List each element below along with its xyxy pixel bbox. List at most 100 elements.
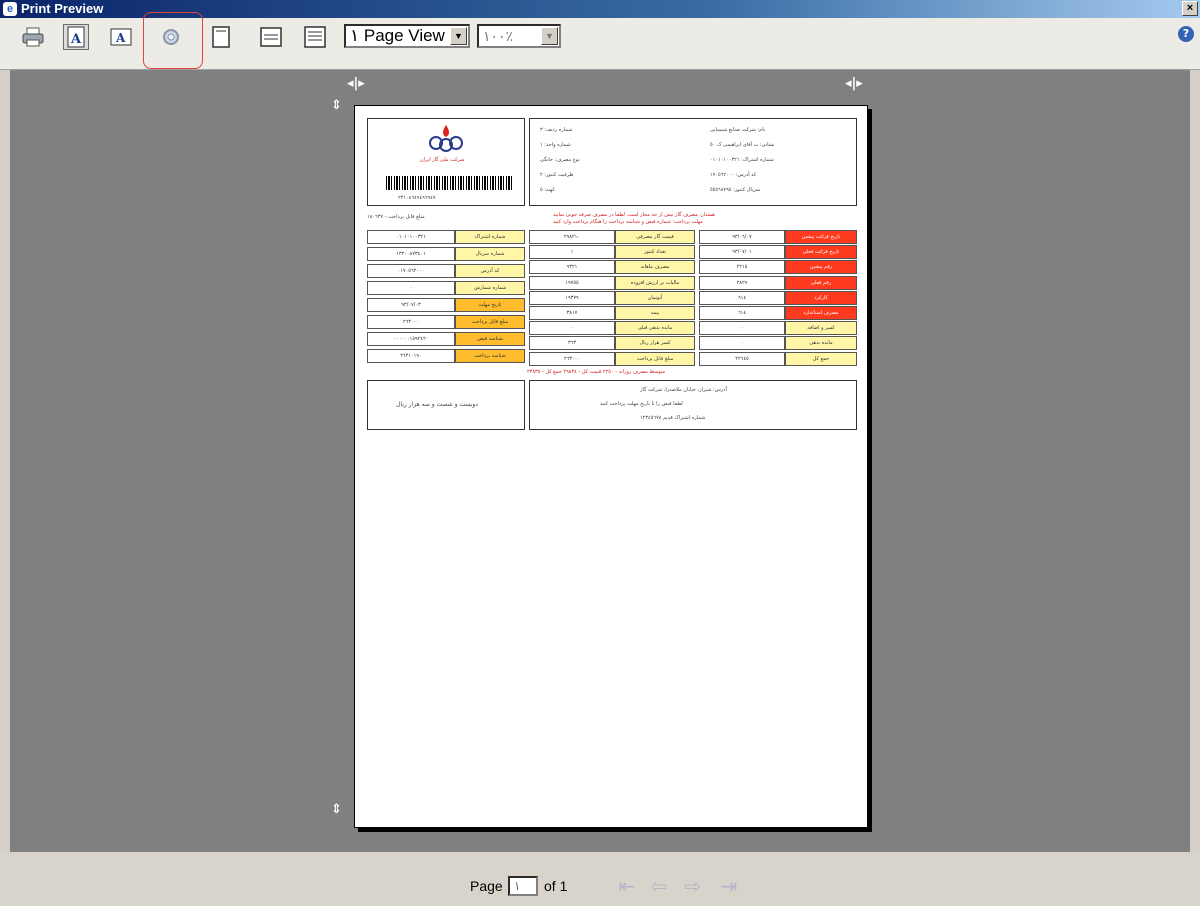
address-box: آدرس: شیراز، خیابان ملاصدرا، شرکت گاز لط… <box>529 380 857 430</box>
invoice-row-value: ٩٣٢١ <box>529 260 615 275</box>
address-line-1: آدرس: شیراز، خیابان ملاصدرا، شرکت گاز <box>640 387 727 393</box>
left-margin-handle[interactable]: ◂|▸ <box>347 76 365 91</box>
address-line-3: شماره اشتراک قدیم ١٢٣٤٥٦٧٨ <box>640 415 706 421</box>
one-page-button[interactable] <box>208 24 234 50</box>
amount-words-box: دویست و شصت و سه هزار ریال <box>367 380 525 430</box>
invoice-row-value: ٦١٤ <box>699 290 785 305</box>
prev-page-icon[interactable]: ⇦ <box>648 876 670 898</box>
invoice-row-label: شماره سریال <box>455 247 525 261</box>
help-icon[interactable]: ? <box>1178 26 1194 42</box>
invoice-row-value: ١ <box>529 245 615 260</box>
customer-info-field: شماره ردیف: ٣ <box>540 127 573 133</box>
invoice-row-label: شناسه قبض <box>455 332 525 346</box>
page-label: Page <box>470 878 503 894</box>
invoice-row-value: ٣٦٣ <box>529 336 615 351</box>
invoice-row-label: مانده بدهی <box>785 336 857 351</box>
warning-note-1: هشدار: مصرف گاز بیش از حد مجاز است. لطفا… <box>553 212 715 218</box>
invoice-row-label: آبونمان <box>615 290 695 305</box>
warning-note-2: مهلت پرداخت: شماره قبض و شناسه پرداخت را… <box>553 219 703 225</box>
customer-info-field: کهنه: ٥ <box>540 187 555 193</box>
invoice-row-value: ٣٨١٧ <box>529 306 615 320</box>
landscape-icon: A <box>110 28 132 46</box>
invoice-row-value: ٠٠٠٠٠٠١٥٩٢٤٢٠ <box>367 332 455 346</box>
chevron-down-icon[interactable]: ▼ <box>450 27 467 45</box>
invoice-row-value: ١٩٧٥٥ <box>529 275 615 290</box>
svg-text:A: A <box>115 31 126 45</box>
page-width-button[interactable] <box>258 24 284 50</box>
right-margin-handle[interactable]: ◂|▸ <box>845 76 863 91</box>
last-page-icon[interactable]: ⇥ <box>718 876 740 898</box>
logo-box: شرکت ملی گاز ایران ٢٣١٠٤٦٤٩٤٩٦٩٤٧ <box>367 118 525 206</box>
invoice-row-label: مانده بدهی قبلی <box>615 321 695 336</box>
invoice-row-value: ٠ <box>367 281 455 295</box>
page-count: of 1 <box>544 878 568 894</box>
multi-page-icon <box>304 26 326 48</box>
invoice-row-label: کسر و اضافه <box>785 321 857 336</box>
sub-note: مبلغ قابل پرداخت - ١٨٠٦٣٧ <box>367 214 425 220</box>
company-name: شرکت ملی گاز ایران <box>420 157 465 163</box>
invoice-row-value: ٢٦٣٠٠٠ <box>367 315 455 329</box>
invoice-row-value: ٦١٤ <box>699 306 785 320</box>
first-page-icon[interactable]: ⇤ <box>616 876 638 898</box>
invoice-row-label: شناسه پرداخت <box>455 349 525 363</box>
status-bar: Page ١ of 1 ⇤ ⇦ ⇨ ⇥ <box>0 852 1200 906</box>
amount-words: دویست و شصت و سه هزار ریال <box>396 401 478 408</box>
invoice-row-value: ٢٩٨٢١٠ <box>529 230 615 244</box>
invoice-row-value: ٢٢١٥ <box>699 260 785 275</box>
customer-info-field: نوع مصرف: خانگی <box>540 157 580 163</box>
barcode <box>386 176 514 190</box>
view-select[interactable]: ١ Page View ▼ <box>344 24 470 48</box>
page-number-input[interactable]: ١ <box>508 876 538 896</box>
invoice-row-label: مصرف استاندارد <box>785 306 857 320</box>
top-margin-handle[interactable]: ⇕ <box>331 98 342 113</box>
customer-info-field: ظرفیت کنتور: ٢ <box>540 172 574 178</box>
highlight-annotation <box>143 12 203 69</box>
preview-area: ◂|▸ ◂|▸ ⇕ ⇕ شرکت ملی گاز ایران ٢٣١٠٤٦٤٩٤… <box>10 70 1190 852</box>
multi-page-button[interactable] <box>302 24 328 50</box>
invoice-row-label: کارکرد <box>785 290 857 305</box>
invoice-row-label: مالیات بر ارزش افزوده <box>615 275 695 290</box>
bottom-margin-handle[interactable]: ⇕ <box>331 802 342 817</box>
invoice-row-value: ٠ <box>529 321 615 336</box>
invoice-row-label: تاریخ مهلت <box>455 298 525 312</box>
invoice-row-label: کسر هزار ریال <box>615 336 695 351</box>
invoice-row-label: قیمت گاز مصرفی <box>615 230 695 244</box>
print-button[interactable] <box>20 24 46 50</box>
invoice: شرکت ملی گاز ایران ٢٣١٠٤٦٤٩٤٩٦٩٤٧ نام: ش… <box>367 118 857 818</box>
printer-icon <box>21 26 45 48</box>
customer-info-field: نام: شرکت صنایع شیمیایی <box>710 127 766 133</box>
svg-text:A: A <box>70 32 82 47</box>
invoice-row-value: ٢٦٣١٠١٩٠ <box>367 349 455 363</box>
invoice-row-value: ١٣٢٠٠٨٧٣٤٠١ <box>367 247 455 261</box>
zoom-select-value: ١٠٠٪ <box>483 28 514 44</box>
invoice-row-value: ٠ <box>699 336 785 351</box>
invoice-row-value: ٢٢٦٤٥ <box>699 351 785 366</box>
zoom-select[interactable]: ١٠٠٪ ▼ <box>477 24 561 48</box>
invoice-row-label: شماره شمارش <box>455 281 525 295</box>
next-page-icon[interactable]: ⇨ <box>682 876 704 898</box>
invoice-row-label: مبلغ قابل پرداخت <box>615 351 695 366</box>
preview-page: شرکت ملی گاز ایران ٢٣١٠٤٦٤٩٤٩٦٩٤٧ نام: ش… <box>354 105 868 828</box>
invoice-row-label: بیمه <box>615 306 695 320</box>
invoice-row-value: ٩٣/٠٧/٠١ <box>699 245 785 260</box>
invoice-row-value: ٩٣/٠٧/٠٣ <box>367 298 455 312</box>
customer-info-field: شماره واحد: ١ <box>540 142 571 148</box>
view-select-value: ١ Page View <box>350 26 445 45</box>
invoice-row-value: ٢٨٢٩ <box>699 275 785 290</box>
invoice-row-label: تعداد کنتور <box>615 245 695 260</box>
portrait-button[interactable]: A <box>63 24 89 50</box>
invoice-row-label: تاریخ قرائت پیشین <box>785 230 857 244</box>
close-button[interactable]: × <box>1182 1 1198 16</box>
invoice-row-value: ٢٦٣٠٠٠ <box>529 351 615 366</box>
chevron-down-icon[interactable]: ▼ <box>541 27 558 45</box>
invoice-row-value: ١٩٣٧٩ <box>529 290 615 305</box>
customer-info-field: نشانی: ب آقای ابراهیمی ک ٥٠ <box>710 142 775 148</box>
invoice-row-label: رقم فعلی <box>785 275 857 290</box>
customer-info-field: شماره اشتراک: ٠١٠١٠١٠٠٣٢١ <box>710 157 774 163</box>
invoice-row-label: مبلغ قابل پرداخت <box>455 315 525 329</box>
invoice-row-value: ٩٣/٠٦/٠٧ <box>699 230 785 244</box>
ie-icon: e <box>3 2 17 16</box>
invoice-row-value: ٠ <box>699 321 785 336</box>
landscape-button[interactable]: A <box>108 24 134 50</box>
barcode-number: ٢٣١٠٤٦٤٩٤٩٦٩٤٧ <box>398 195 436 201</box>
